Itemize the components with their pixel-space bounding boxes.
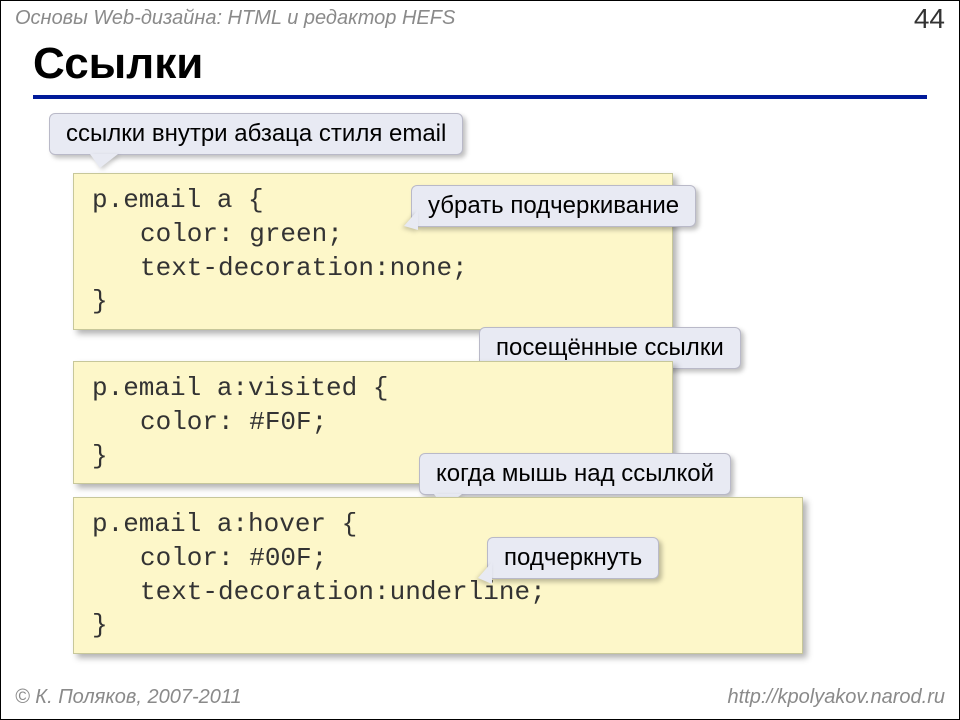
- callout-text: когда мышь над ссылкой: [436, 460, 714, 487]
- callout-hover: когда мышь над ссылкой: [419, 453, 731, 495]
- title-rule: [33, 95, 927, 99]
- code-line: text-decoration:none;: [92, 252, 654, 286]
- slide: Основы Web-дизайна: HTML и редактор HEFS…: [0, 0, 960, 720]
- footer-copyright: © К. Поляков, 2007-2011: [15, 686, 242, 709]
- callout-text: подчеркнуть: [504, 544, 642, 571]
- page-title: Ссылки: [33, 39, 203, 89]
- callout-tail-icon: [404, 210, 418, 230]
- callout-tail-icon: [478, 562, 492, 584]
- callout-links-in-email-paragraph: ссылки внутри абзаца стиля email: [49, 113, 463, 155]
- code-line: p.email a:visited {: [92, 372, 654, 406]
- code-line: color: #F0F;: [92, 406, 654, 440]
- callout-remove-underline: убрать подчеркивание: [411, 185, 696, 227]
- callout-text: ссылки внутри абзаца стиля email: [66, 120, 446, 147]
- code-block-hover: p.email a:hover { color: #00F; text-deco…: [73, 497, 803, 654]
- code-line: }: [92, 609, 784, 643]
- code-line: color: #00F;: [92, 542, 784, 576]
- page-number: 44: [914, 3, 945, 35]
- course-title: Основы Web-дизайна: HTML и редактор HEFS: [15, 7, 455, 30]
- callout-underline: подчеркнуть: [487, 537, 659, 579]
- callout-tail-icon: [90, 154, 118, 168]
- code-line: p.email a:hover {: [92, 508, 784, 542]
- callout-text: убрать подчеркивание: [428, 192, 679, 219]
- code-line: text-decoration:underline;: [92, 576, 784, 610]
- callout-text: посещённые ссылки: [496, 334, 724, 361]
- footer-url: http://kpolyakov.narod.ru: [727, 686, 945, 709]
- code-line: }: [92, 285, 654, 319]
